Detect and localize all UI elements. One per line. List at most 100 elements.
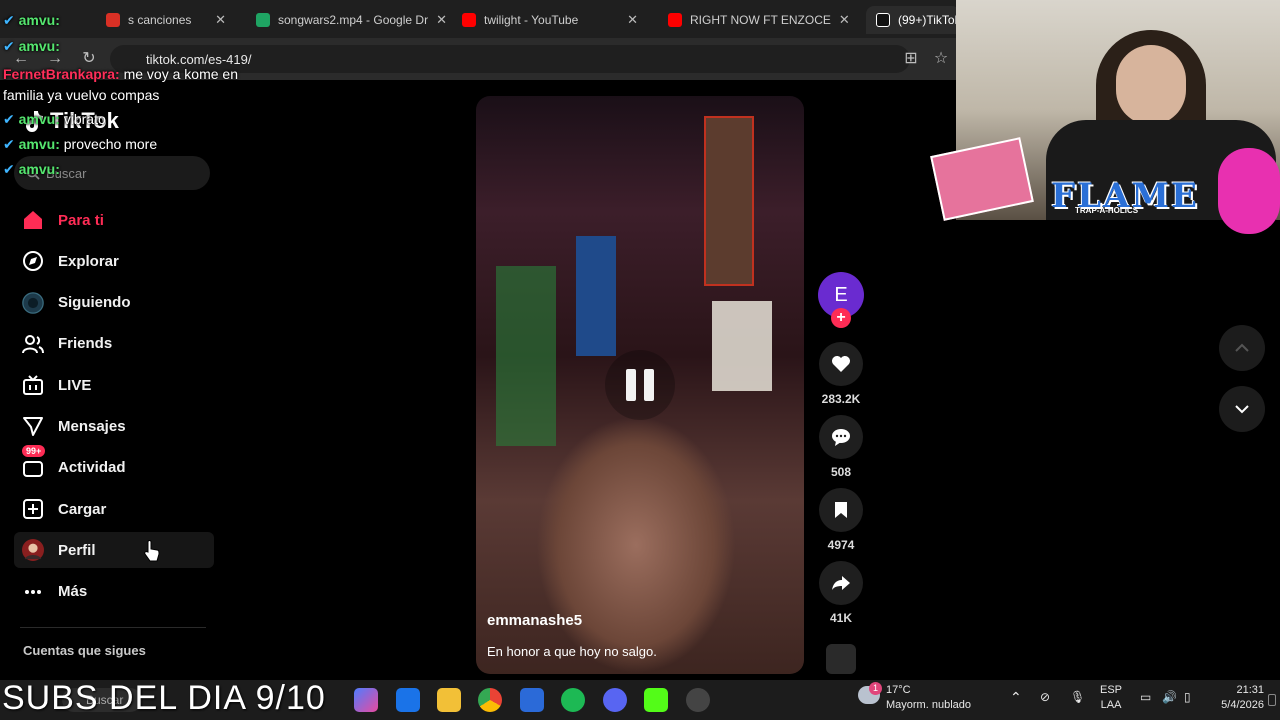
close-icon[interactable]: ✕	[627, 12, 638, 28]
send-icon	[22, 415, 44, 437]
share-action[interactable]: 41K	[818, 561, 864, 625]
close-icon[interactable]: ✕	[839, 12, 850, 28]
like-count: 283.2K	[821, 392, 861, 406]
store-icon[interactable]	[520, 688, 544, 712]
close-icon[interactable]: ✕	[215, 12, 226, 28]
youtube-icon	[668, 13, 682, 27]
bookmark-icon[interactable]	[819, 488, 863, 532]
install-app-icon[interactable]: ⊞	[900, 48, 922, 70]
comment-count: 508	[830, 465, 852, 479]
screen-image	[712, 301, 772, 391]
tab-youtube-right-now[interactable]: RIGHT NOW FT ENZOCE ✕	[658, 6, 858, 34]
video-player[interactable]: emmanashe5 En honor a que hoy no salgo.	[476, 96, 804, 674]
video-description: En honor a que hoy no salgo.	[487, 644, 657, 659]
sidebar-item-live[interactable]: LIVE	[14, 367, 214, 403]
following-accounts-title: Cuentas que sigues	[23, 643, 146, 658]
file-explorer-icon[interactable]	[437, 688, 461, 712]
network-off-icon[interactable]: ⊘	[1040, 690, 1050, 705]
flame-subtitle: TRAP-A-HOLICS	[1075, 206, 1139, 215]
chat-message: ✔ amvu: provecho more	[3, 136, 158, 152]
notification-bell-icon[interactable]	[1268, 694, 1276, 706]
compass-icon	[22, 250, 44, 272]
discord-icon[interactable]	[603, 688, 627, 712]
chat-message: ✔ amvu: vibrato	[3, 111, 106, 127]
profile-icon	[22, 539, 44, 562]
sidebar-nav: Para ti Explorar Siguiendo Friends LIVE …	[14, 202, 214, 615]
pause-bar	[626, 369, 636, 401]
sidebar-item-mensajes[interactable]: Mensajes	[14, 408, 214, 444]
upload-icon	[22, 498, 44, 520]
tab-tiktok[interactable]: (99+)TikTok	[866, 6, 960, 34]
chevron-down-icon	[1235, 405, 1249, 414]
language-indicator[interactable]: ESP LAA	[1100, 683, 1122, 713]
chat-message: familia ya vuelvo compas	[3, 87, 160, 103]
comment-icon[interactable]	[819, 415, 863, 459]
browser-tab-bar: s canciones ✕ songwars2.mp4 - Google Dr …	[0, 0, 960, 38]
home-icon	[22, 209, 44, 231]
share-icon[interactable]	[819, 561, 863, 605]
tab-google-drive[interactable]: songwars2.mp4 - Google Dr ✕	[246, 6, 446, 34]
person-image	[536, 416, 736, 674]
save-count: 4974	[827, 538, 855, 552]
building-image	[576, 236, 616, 356]
chat-message: ✔ amvu:	[3, 161, 60, 177]
next-video-button[interactable]	[1219, 386, 1265, 432]
save-action[interactable]: 4974	[818, 488, 864, 552]
video-actions: E + 283.2K 508 4974 41K	[818, 272, 864, 674]
billboard-image	[704, 116, 754, 286]
sidebar-divider	[20, 627, 206, 628]
pause-button[interactable]	[605, 350, 675, 420]
more-icon	[22, 581, 44, 603]
chat-message: FernetBrankapra: me voy a kome en	[3, 66, 238, 82]
sidebar-item-siguiendo[interactable]: Siguiendo	[14, 285, 214, 321]
drive-icon	[256, 13, 270, 27]
tab-youtube-twilight[interactable]: twilight - YouTube ✕	[452, 6, 648, 34]
volume-icon[interactable]: 🔊	[1162, 690, 1177, 705]
chat-message: ✔ amvu:	[3, 12, 60, 28]
weather-widget[interactable]: 17°C Mayorm. nublado	[886, 683, 971, 713]
activity-icon	[22, 457, 44, 479]
video-username[interactable]: emmanashe5	[487, 612, 582, 629]
spotify-icon[interactable]	[561, 688, 585, 712]
tab-favicon-icon	[106, 13, 120, 27]
bookmark-star-icon[interactable]: ☆	[930, 48, 952, 70]
live-icon	[22, 374, 44, 396]
sidebar-item-friends[interactable]: Friends	[14, 326, 214, 362]
heart-icon[interactable]	[819, 342, 863, 386]
obs-icon[interactable]	[686, 688, 710, 712]
kick-icon[interactable]	[644, 688, 668, 712]
cursor-hand-icon	[144, 540, 160, 562]
tab-canciones[interactable]: s canciones ✕	[96, 6, 236, 34]
sidebar-item-para-ti[interactable]: Para ti	[14, 202, 214, 238]
face-image	[1116, 45, 1186, 125]
clock[interactable]: 21:31 5/4/2026	[1214, 683, 1264, 713]
pause-bar	[644, 369, 654, 401]
comment-action[interactable]: 508	[818, 415, 864, 479]
music-disc-icon[interactable]	[818, 644, 864, 674]
close-icon[interactable]: ✕	[436, 12, 446, 28]
display-icon[interactable]: ▭	[1140, 690, 1151, 705]
sidebar-item-cargar[interactable]: Cargar	[14, 491, 214, 527]
follow-plus-button[interactable]: +	[831, 308, 851, 328]
following-icon	[22, 291, 44, 314]
chevron-up-icon[interactable]: ⌃	[1010, 690, 1022, 705]
like-action[interactable]: 283.2K	[818, 342, 864, 406]
copilot-icon[interactable]	[354, 688, 378, 712]
weather-badge: 1	[869, 682, 882, 695]
chrome-icon[interactable]	[478, 688, 502, 712]
sidebar-item-mas[interactable]: Más	[14, 574, 214, 610]
notification-badge: 99+	[22, 444, 46, 457]
chevron-up-icon	[1235, 343, 1249, 352]
share-count: 41K	[829, 611, 852, 625]
previous-video-button[interactable]	[1219, 325, 1265, 371]
sidebar-item-explorar[interactable]: Explorar	[14, 243, 214, 279]
youtube-icon	[462, 13, 476, 27]
buddha-sticker-image	[1218, 148, 1280, 234]
mail-icon[interactable]	[396, 688, 420, 712]
subs-of-day-overlay: SUBS DEL DIA 9/10	[2, 679, 326, 717]
sidebar-item-perfil[interactable]: Perfil	[14, 532, 214, 569]
battery-icon[interactable]: ▯	[1184, 690, 1191, 705]
microphone-icon[interactable]: 🎙	[1070, 690, 1085, 705]
sidebar-item-actividad[interactable]: 99+ Actividad	[14, 444, 214, 486]
tiktok-favicon-icon	[876, 13, 890, 27]
